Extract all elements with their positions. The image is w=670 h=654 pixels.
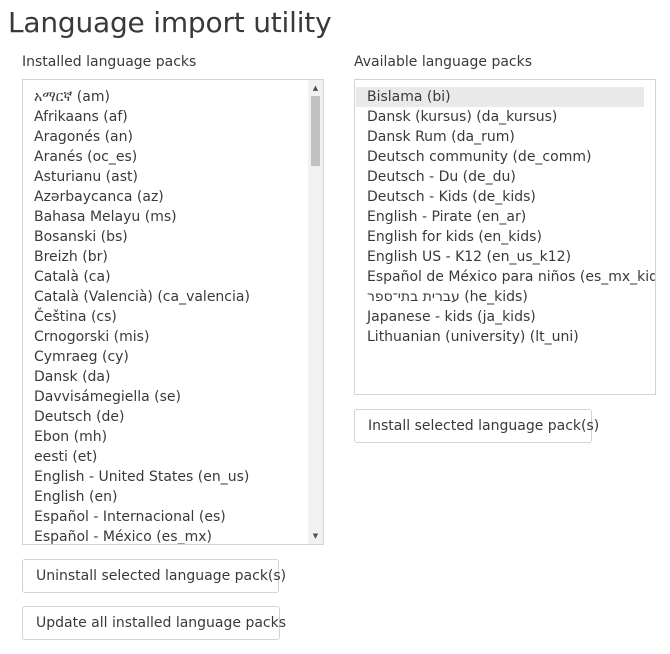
installed-packs-listbox[interactable]: አማርኛ (am) Afrikaans (af) Aragonés (an) Aran… <box>22 79 324 545</box>
list-item[interactable]: Crnogorski (mis) <box>23 327 323 347</box>
list-item[interactable]: Deutsch (de) <box>23 407 323 427</box>
list-item[interactable]: English - United States (en_us) <box>23 467 323 487</box>
list-item[interactable]: Dansk (kursus) (da_kursus) <box>355 107 655 127</box>
update-all-button[interactable]: Update all installed language packs <box>22 606 286 640</box>
list-item[interactable]: Cymraeg (cy) <box>23 347 323 367</box>
list-item[interactable]: English for kids (en_kids) <box>355 227 655 247</box>
list-item[interactable]: Deutsch community (de_comm) <box>355 147 655 167</box>
list-item[interactable]: Bahasa Melayu (ms) <box>23 207 323 227</box>
list-item[interactable]: Bislama (bi) <box>356 87 644 107</box>
list-item[interactable]: Breizh (br) <box>23 247 323 267</box>
list-item[interactable]: Español de México para niños (es_mx_kids… <box>355 267 655 287</box>
list-item[interactable]: Bosanski (bs) <box>23 227 323 247</box>
list-item[interactable]: Dansk (da) <box>23 367 323 387</box>
list-item[interactable]: Español - México (es_mx) <box>23 527 323 544</box>
list-item[interactable]: Asturianu (ast) <box>23 167 323 187</box>
list-item[interactable]: English - Pirate (en_ar) <box>355 207 655 227</box>
available-packs-list: Bislama (bi) Dansk (kursus) (da_kursus) Da… <box>355 80 655 347</box>
list-item[interactable]: Aragonés (an) <box>23 127 323 147</box>
installed-packs-label: Installed language packs <box>22 54 197 70</box>
list-item[interactable]: Čeština (cs) <box>23 307 323 327</box>
install-selected-button[interactable]: Install selected language pack(s) <box>354 409 599 443</box>
list-item[interactable]: Català (ca) <box>23 267 323 287</box>
uninstall-selected-button[interactable]: Uninstall selected language pack(s) <box>22 559 286 593</box>
list-item[interactable]: አማርኛ (am) <box>23 87 323 107</box>
page-title: Language import utility <box>8 6 332 39</box>
installed-packs-list: አማርኛ (am) Afrikaans (af) Aragonés (an) Aran… <box>23 80 323 544</box>
list-item[interactable]: English (en) <box>23 487 323 507</box>
list-item[interactable]: Lithuanian (university) (lt_uni) <box>355 327 655 347</box>
list-item[interactable]: Aranés (oc_es) <box>23 147 323 167</box>
list-item[interactable]: Deutsch - Du (de_du) <box>355 167 655 187</box>
list-item[interactable]: eesti (et) <box>23 447 323 467</box>
list-item[interactable]: Español - Internacional (es) <box>23 507 323 527</box>
list-item[interactable]: Deutsch - Kids (de_kids) <box>355 187 655 207</box>
available-packs-label: Available language packs <box>354 54 533 70</box>
installed-list-scrollbar[interactable]: ▲ ▼ <box>308 80 323 544</box>
list-item[interactable]: English US - K12 (en_us_k12) <box>355 247 655 267</box>
list-item[interactable]: Davvisámegiella (se) <box>23 387 323 407</box>
list-item[interactable]: Català (Valencià) (ca_valencia) <box>23 287 323 307</box>
available-packs-listbox[interactable]: Bislama (bi) Dansk (kursus) (da_kursus) Da… <box>354 79 656 395</box>
list-item[interactable]: Japanese - kids (ja_kids) <box>355 307 655 327</box>
list-item[interactable]: Afrikaans (af) <box>23 107 323 127</box>
list-item[interactable]: Dansk Rum (da_rum) <box>355 127 655 147</box>
list-item[interactable]: Ebon (mh) <box>23 427 323 447</box>
scroll-up-icon[interactable]: ▲ <box>308 81 323 95</box>
list-item[interactable]: Azərbaycanca (az) <box>23 187 323 207</box>
scroll-down-icon[interactable]: ▼ <box>308 529 323 543</box>
list-item[interactable]: עברית בתי־ספר (he_kids) <box>355 287 655 307</box>
scroll-thumb[interactable] <box>311 96 320 166</box>
